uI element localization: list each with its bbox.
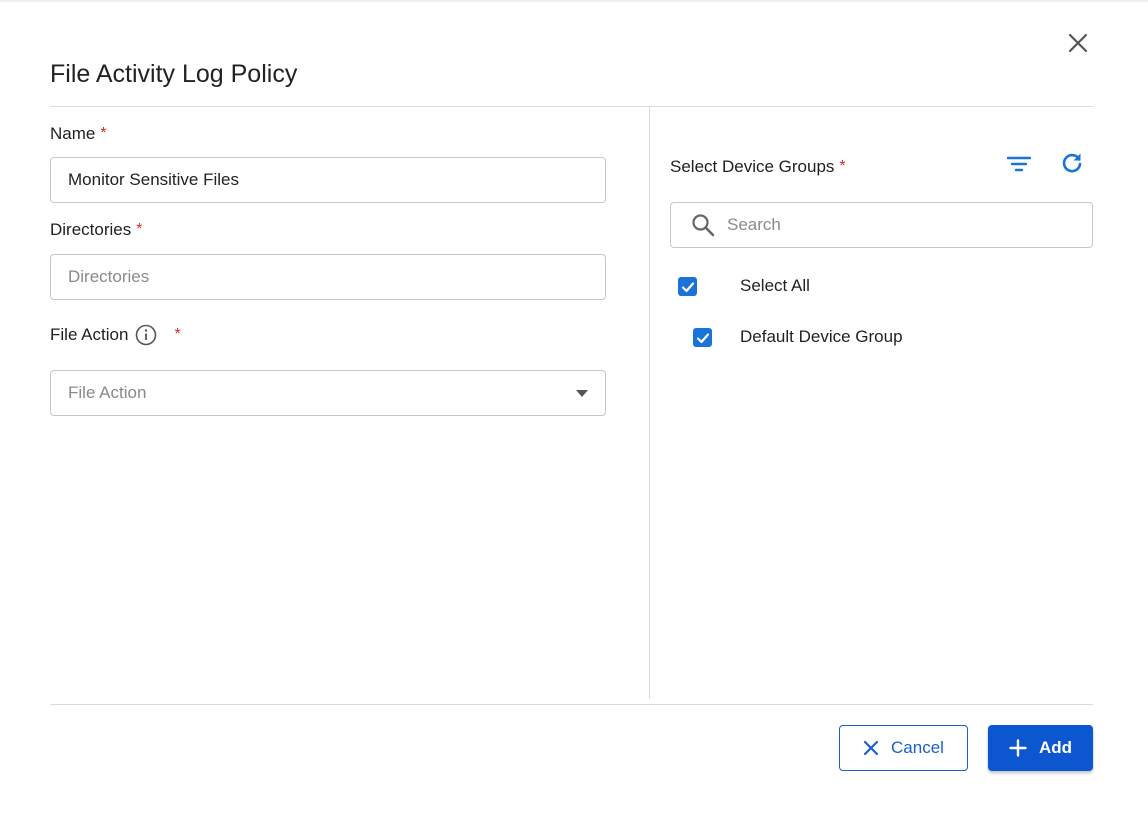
- file-action-label-row: File Action *: [50, 324, 181, 346]
- close-icon: [1068, 33, 1088, 53]
- filter-button[interactable]: [1004, 149, 1034, 179]
- select-all-row[interactable]: [678, 277, 697, 296]
- check-icon: [696, 332, 709, 343]
- chevron-down-icon: [576, 390, 588, 397]
- device-groups-label: Select Device Groups: [670, 157, 835, 176]
- directories-field[interactable]: Directories: [50, 254, 606, 300]
- plus-icon: [1009, 739, 1027, 757]
- required-mark: *: [100, 125, 107, 142]
- add-button[interactable]: Add: [988, 725, 1093, 771]
- cancel-label: Cancel: [891, 738, 944, 757]
- footer-divider: [50, 704, 1093, 705]
- device-group-row[interactable]: [693, 328, 712, 347]
- name-field[interactable]: Monitor Sensitive Files: [50, 157, 606, 203]
- filter-icon: [1007, 156, 1031, 172]
- name-field-value: Monitor Sensitive Files: [68, 170, 240, 189]
- device-group-search[interactable]: [670, 202, 1093, 248]
- name-label: Name: [50, 124, 96, 143]
- header-divider: [50, 106, 1093, 107]
- close-button[interactable]: [1064, 29, 1092, 57]
- select-all-label: Select All: [740, 276, 810, 295]
- directories-label-row: Directories *: [50, 220, 142, 240]
- default-device-group-label: Default Device Group: [740, 327, 903, 346]
- file-action-label: File Action: [50, 325, 129, 344]
- default-device-group-checkbox[interactable]: [693, 328, 712, 347]
- column-divider: [649, 107, 650, 699]
- directories-placeholder: Directories: [68, 267, 150, 286]
- required-mark: *: [839, 158, 846, 175]
- info-icon[interactable]: [135, 324, 157, 346]
- refresh-icon: [1062, 153, 1082, 173]
- close-icon: [863, 740, 879, 756]
- file-action-placeholder: File Action: [68, 383, 147, 402]
- search-icon: [691, 213, 715, 237]
- dialog-title: File Activity Log Policy: [50, 60, 298, 88]
- name-label-row: Name *: [50, 124, 107, 144]
- required-mark: *: [136, 221, 143, 238]
- refresh-button[interactable]: [1057, 148, 1087, 178]
- add-label: Add: [1038, 738, 1073, 757]
- cancel-button[interactable]: Cancel: [839, 725, 968, 771]
- search-input[interactable]: [727, 215, 1057, 235]
- device-groups-label-row: Select Device Groups *: [670, 157, 846, 177]
- file-activity-log-policy-dialog: File Activity Log Policy Name * Monitor …: [0, 0, 1148, 830]
- check-icon: [681, 281, 694, 292]
- required-mark: *: [174, 326, 181, 343]
- file-action-dropdown[interactable]: File Action: [50, 370, 606, 416]
- directories-label: Directories: [50, 220, 132, 239]
- select-all-checkbox[interactable]: [678, 277, 697, 296]
